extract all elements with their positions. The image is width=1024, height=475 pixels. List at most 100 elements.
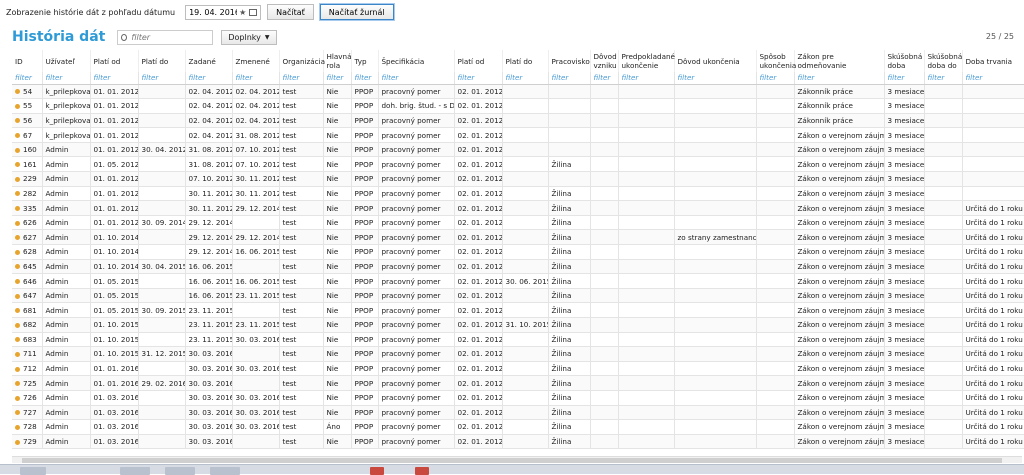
table-cell	[756, 273, 795, 289]
column-filter[interactable]: filter	[502, 72, 549, 85]
table-row[interactable]: 681 Admin 01. 05. 2015 30. 09. 2015 23. 11. …	[12, 302, 1024, 318]
table-cell	[962, 127, 1024, 143]
column-header[interactable]: Pracovisko	[548, 50, 591, 72]
column-header[interactable]: Platí od	[454, 50, 503, 72]
table-cell: 3 mesiace	[884, 156, 925, 173]
column-filter[interactable]: filter	[884, 72, 925, 85]
table-cell: 01. 01. 2012	[90, 171, 139, 187]
column-header[interactable]: Typ	[351, 50, 379, 72]
column-filter[interactable]: filter	[90, 72, 139, 85]
column-header[interactable]: Zákon pre odmeňovanie	[794, 50, 885, 72]
table-row[interactable]: 682 Admin 01. 10. 2015 23. 11. 2015 23. 11. …	[12, 317, 1024, 333]
table-row[interactable]: 725 Admin 01. 01. 2016 29. 02. 2016 30. 03. …	[12, 375, 1024, 391]
date-input[interactable]	[189, 7, 238, 17]
table-row[interactable]: 683 Admin 01. 10. 2015 23. 11. 2015 30. 03. …	[12, 332, 1024, 348]
table-row[interactable]: 729 Admin 01. 03. 2016 30. 03. 2016 test Nie P…	[12, 434, 1024, 450]
table-row[interactable]: 728 Admin 01. 03. 2016 30. 03. 2016 30. 03. …	[12, 419, 1024, 435]
table-row[interactable]: 712 Admin 01. 01. 2016 30. 03. 2016 30. 03. …	[12, 361, 1024, 377]
column-filter[interactable]: filter	[924, 72, 963, 85]
column-header[interactable]: Platí od	[90, 50, 139, 72]
column-filter[interactable]: filter	[185, 72, 233, 85]
table-cell: Zákon o verejnom záujme	[794, 127, 885, 143]
table-row[interactable]: 335 Admin 01. 01. 2012 30. 11. 2012 29. 12. …	[12, 200, 1024, 216]
calendar-icon[interactable]	[249, 8, 258, 16]
search-input[interactable]	[131, 32, 210, 42]
search-box[interactable]	[117, 29, 214, 45]
column-filter[interactable]: filter	[279, 72, 324, 85]
table-row[interactable]: 647 Admin 01. 05. 2015 16. 06. 2015 23. 11. …	[12, 288, 1024, 304]
column-header[interactable]: Dôvod ukončenia	[674, 50, 757, 72]
column-header[interactable]: Špecifikácia	[378, 50, 455, 72]
column-filter[interactable]: filter	[351, 72, 379, 85]
table-row[interactable]: 229 Admin 01. 01. 2012 07. 10. 2012 30. 11. …	[12, 171, 1024, 187]
table-cell: 02. 04. 2012	[232, 84, 280, 100]
column-header[interactable]: Skúšobná doba do	[924, 50, 963, 72]
table-row[interactable]: 711 Admin 01. 10. 2015 31. 12. 2015 30. 03. …	[12, 346, 1024, 362]
row-id: 725	[23, 378, 37, 388]
table-cell: k_prilepkova	[42, 84, 91, 100]
table-cell: Určitá do 1 roku	[962, 259, 1024, 275]
column-filter[interactable]: filter	[548, 72, 591, 85]
table-row[interactable]: 67 k_prilepkova 01. 01. 2012 02. 04. 2012 31…	[12, 127, 1024, 143]
column-header[interactable]: Zmenené	[232, 50, 280, 72]
table-cell: Admin	[42, 215, 91, 231]
scrollbar-thumb[interactable]	[22, 458, 1002, 463]
column-header[interactable]: Skúšobná doba	[884, 50, 925, 72]
table-row[interactable]: 645 Admin 01. 10. 2014 30. 04. 2015 16. 06. …	[12, 259, 1024, 275]
table-cell: 30. 03. 2016	[185, 405, 233, 421]
table-cell: k_prilepkova	[42, 127, 91, 143]
column-filter[interactable]: filter	[794, 72, 885, 85]
column-filter[interactable]: filter	[378, 72, 455, 85]
table-row[interactable]: 56 k_prilepkova 01. 01. 2012 02. 04. 2012 02…	[12, 113, 1024, 129]
column-header[interactable]: Spôsob ukončenia	[756, 50, 796, 72]
column-filter[interactable]: filter	[454, 72, 503, 85]
column-filter[interactable]: filter	[590, 72, 619, 85]
column-header[interactable]: Hlavná rola	[323, 50, 352, 72]
column-filter[interactable]: filter	[962, 72, 1024, 85]
column-filter[interactable]: filter	[323, 72, 352, 85]
table-row[interactable]: 627 Admin 01. 10. 2014 29. 12. 2014 29. 12. …	[12, 229, 1024, 246]
table-row[interactable]: 726 Admin 01. 03. 2016 30. 03. 2016 30. 03. …	[12, 390, 1024, 406]
column-filter[interactable]: filter	[756, 72, 795, 85]
table-row[interactable]: 54 k_prilepkova 01. 01. 2012 02. 04. 2012 02…	[12, 84, 1024, 100]
column-header[interactable]: Užívateľ	[42, 50, 91, 72]
table-row[interactable]: 55 k_prilepkova 01. 01. 2012 02. 04. 2012 02…	[12, 98, 1024, 114]
column-header[interactable]: Doba trvania	[962, 50, 1024, 72]
column-header[interactable]: ID	[12, 50, 43, 72]
table-cell: 01. 01. 2012	[90, 200, 139, 216]
column-filter[interactable]: filter	[618, 72, 675, 85]
column-filter[interactable]: filter	[138, 72, 186, 85]
table-cell: 682	[12, 317, 43, 333]
table-row[interactable]: 727 Admin 01. 03. 2016 30. 03. 2016 30. 03. …	[12, 405, 1024, 421]
horizontal-scrollbar[interactable]	[12, 456, 1022, 463]
table-row[interactable]: 628 Admin 01. 10. 2014 29. 12. 2014 16. 06. …	[12, 244, 1024, 260]
column-filter[interactable]: filter	[12, 72, 43, 85]
table-row[interactable]: 646 Admin 01. 05. 2015 16. 06. 2015 16. 06. …	[12, 273, 1024, 289]
column-filter[interactable]: filter	[42, 72, 91, 85]
column-header[interactable]: Zadané	[185, 50, 233, 72]
table-cell	[756, 390, 795, 406]
table-row[interactable]: 160 Admin 01. 01. 2012 30. 04. 2012 31. 08. …	[12, 142, 1024, 158]
column-header[interactable]: Platí do	[138, 50, 186, 72]
column-header[interactable]: Dôvod vzniku	[590, 50, 619, 72]
load-button[interactable]: Načítať	[267, 4, 314, 20]
column-header[interactable]: Organizácia	[279, 50, 325, 72]
table-row[interactable]: 161 Admin 01. 05. 2012 31. 08. 2012 07. 10. …	[12, 156, 1024, 173]
date-field[interactable]: ★	[185, 4, 262, 20]
column-filter[interactable]: filter	[674, 72, 757, 85]
table-cell	[590, 375, 619, 391]
column-header[interactable]: Platí do	[502, 50, 549, 72]
extras-dropdown[interactable]: Doplnky ▼	[221, 29, 277, 45]
table-cell: Nie	[323, 142, 352, 158]
table-cell: 3 mesiace	[884, 375, 925, 391]
table-cell	[232, 215, 280, 231]
table-row[interactable]: 282 Admin 01. 01. 2012 30. 11. 2012 30. 11. …	[12, 186, 1024, 202]
table-row[interactable]: 626 Admin 01. 01. 2012 30. 09. 2014 29. 12. …	[12, 215, 1024, 231]
table-cell	[590, 171, 619, 187]
load-journal-button[interactable]: Načítať žurnál	[319, 4, 394, 20]
table-cell: 07. 10. 2012	[232, 156, 280, 173]
column-header[interactable]: Predpokladané ukončenie	[618, 50, 675, 72]
column-filter[interactable]: filter	[232, 72, 280, 85]
table-cell: 30. 03. 2016	[185, 434, 233, 450]
clear-icon[interactable]: ★	[239, 8, 246, 17]
